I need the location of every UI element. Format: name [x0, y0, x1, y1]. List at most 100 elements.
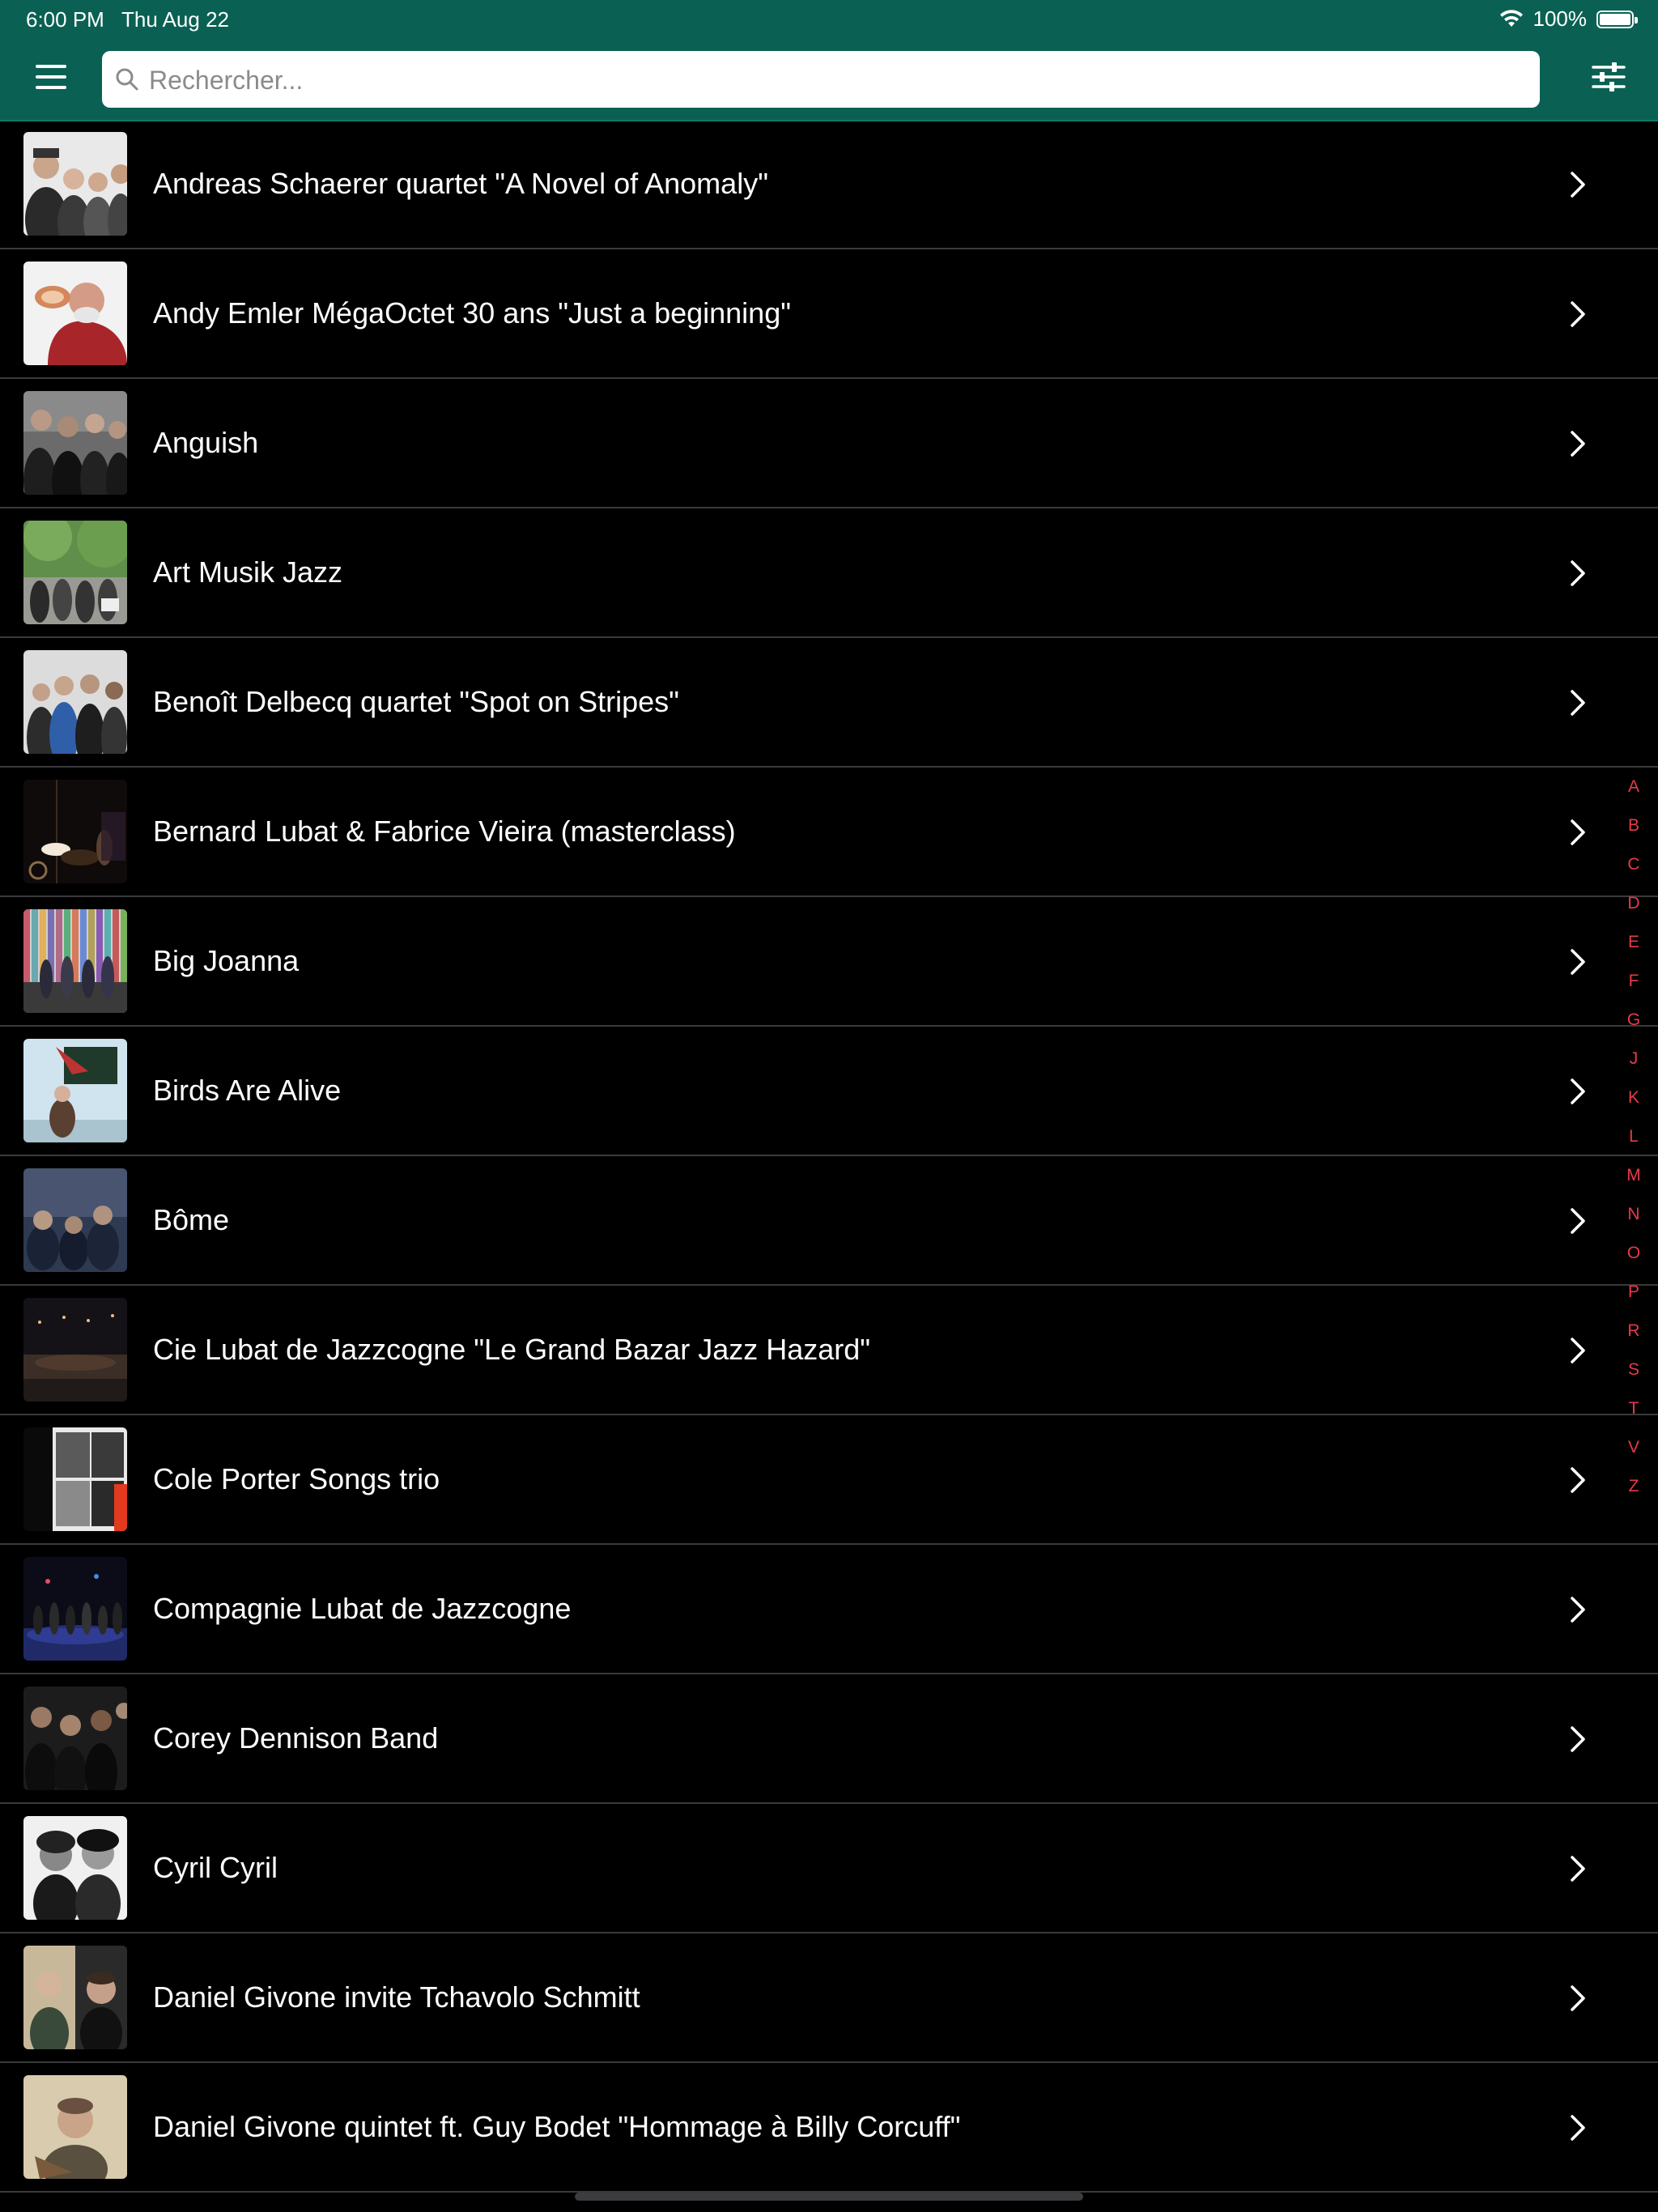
list-item-title: Daniel Givone quintet ft. Guy Bodet "Hom… [153, 2110, 961, 2143]
list-item[interactable]: Cie Lubat de Jazzcogne "Le Grand Bazar J… [0, 1286, 1658, 1415]
artist-photo [23, 132, 127, 236]
list-item[interactable]: Cole Porter Songs trio [0, 1415, 1658, 1545]
list-item-title: Daniel Givone invite Tchavolo Schmitt [153, 1980, 640, 2014]
list-item-title: Bernard Lubat & Fabrice Vieira (mastercl… [153, 815, 736, 848]
list-item[interactable]: Art Musik Jazz [0, 508, 1658, 638]
artist-photo [23, 391, 127, 495]
battery-percent: 100% [1533, 6, 1588, 31]
list-item-title: Compagnie Lubat de Jazzcogne [153, 1592, 572, 1625]
artist-photo [23, 650, 127, 754]
menu-icon-bar [36, 75, 66, 79]
menu-icon-bar [36, 86, 66, 89]
list-item-title: Anguish [153, 426, 259, 459]
wifi-icon [1499, 9, 1523, 27]
list-item[interactable]: Birds Are Alive [0, 1027, 1658, 1156]
artist-photo [23, 1168, 127, 1272]
section-index[interactable]: A B C D E F G J K L M N O P R S T V Z [1622, 776, 1645, 1514]
list-item[interactable]: Bernard Lubat & Fabrice Vieira (mastercl… [0, 768, 1658, 897]
artist-photo [23, 1427, 127, 1531]
status-bar: 6:00 PM Thu Aug 22 100% [0, 0, 1658, 39]
list-item-title: Bôme [153, 1203, 230, 1236]
top-bar: 6:00 PM Thu Aug 22 100% [0, 0, 1658, 121]
list-item-title: Andy Emler MégaOctet 30 ans "Just a begi… [153, 296, 791, 330]
menu-icon-bar [36, 65, 66, 68]
artist-photo [23, 1039, 127, 1142]
filter-sliders-icon[interactable] [1592, 60, 1626, 94]
list-item[interactable]: Andy Emler MégaOctet 30 ans "Just a begi… [0, 249, 1658, 379]
section-index-letter[interactable]: R [1622, 1320, 1645, 1359]
list-item[interactable]: Daniel Givone quintet ft. Guy Bodet "Hom… [0, 2063, 1658, 2193]
chevron-right-icon [1571, 1726, 1585, 1752]
list-item[interactable]: Corey Dennison Band [0, 1674, 1658, 1804]
chevron-right-icon [1571, 690, 1585, 716]
section-index-letter[interactable]: T [1622, 1397, 1645, 1436]
section-index-letter[interactable]: B [1622, 815, 1645, 853]
status-time: 6:00 PM [26, 7, 104, 32]
list-item-title: Corey Dennison Band [153, 1721, 439, 1755]
list-item[interactable]: Big Joanna [0, 897, 1658, 1027]
chevron-right-icon [1571, 1338, 1585, 1363]
artist-photo [23, 521, 127, 624]
section-index-letter[interactable]: Z [1622, 1475, 1645, 1514]
section-index-letter[interactable]: G [1622, 1009, 1645, 1048]
list-item[interactable]: Compagnie Lubat de Jazzcogne [0, 1545, 1658, 1674]
section-index-letter[interactable]: K [1622, 1087, 1645, 1125]
chevron-right-icon [1571, 560, 1585, 586]
chevron-right-icon [1571, 301, 1585, 327]
section-index-letter[interactable]: F [1622, 970, 1645, 1009]
section-index-letter[interactable]: C [1622, 853, 1645, 892]
search-field[interactable] [102, 51, 1540, 109]
status-right: 100% [1499, 6, 1638, 32]
list-item-title: Andreas Schaerer quartet "A Novel of Ano… [153, 167, 768, 200]
list-item[interactable]: Bôme [0, 1156, 1658, 1286]
artist-photo [23, 780, 127, 883]
home-indicator[interactable] [575, 2193, 1083, 2201]
list-item-title: Big Joanna [153, 944, 300, 977]
search-input[interactable] [147, 51, 1527, 109]
battery-icon [1596, 10, 1638, 28]
list-item-title: Art Musik Jazz [153, 555, 343, 589]
search-icon [116, 68, 138, 91]
list-item-title: Cyril Cyril [153, 1851, 278, 1884]
chevron-right-icon [1571, 1597, 1585, 1623]
chevron-right-icon [1571, 2115, 1585, 2141]
artist-photo [23, 1946, 127, 2049]
section-index-letter[interactable]: O [1622, 1242, 1645, 1281]
list-item-title: Cie Lubat de Jazzcogne "Le Grand Bazar J… [153, 1333, 871, 1366]
list-item[interactable]: Daniel Givone invite Tchavolo Schmitt [0, 1933, 1658, 2063]
artist-photo [23, 2075, 127, 2179]
list-item-title: Cole Porter Songs trio [153, 1462, 440, 1495]
section-index-letter[interactable]: N [1622, 1203, 1645, 1242]
artist-photo [23, 1298, 127, 1402]
section-index-letter[interactable]: L [1622, 1125, 1645, 1164]
chevron-right-icon [1571, 1856, 1585, 1882]
list-item[interactable]: Cyril Cyril [0, 1804, 1658, 1933]
artist-photo [23, 1557, 127, 1661]
artist-list: Andreas Schaerer quartet "A Novel of Ano… [0, 120, 1658, 2193]
chevron-right-icon [1571, 819, 1585, 845]
list-item[interactable]: Benoît Delbecq quartet "Spot on Stripes" [0, 638, 1658, 768]
artist-photo [23, 262, 127, 365]
list-item-title: Birds Are Alive [153, 1074, 342, 1107]
chevron-right-icon [1571, 1467, 1585, 1493]
artist-photo [23, 1816, 127, 1920]
chevron-right-icon [1571, 1985, 1585, 2011]
section-index-letter[interactable]: E [1622, 931, 1645, 970]
section-index-letter[interactable]: J [1622, 1048, 1645, 1087]
section-index-letter[interactable]: P [1622, 1281, 1645, 1320]
section-index-letter[interactable]: A [1622, 776, 1645, 815]
menu-button[interactable] [36, 65, 68, 91]
chevron-right-icon [1571, 172, 1585, 198]
artist-photo [23, 1687, 127, 1790]
artist-photo [23, 909, 127, 1013]
list-item[interactable]: Andreas Schaerer quartet "A Novel of Ano… [0, 120, 1658, 249]
list-item-title: Benoît Delbecq quartet "Spot on Stripes" [153, 685, 679, 718]
chevron-right-icon [1571, 431, 1585, 457]
section-index-letter[interactable]: S [1622, 1359, 1645, 1397]
list-item[interactable]: Anguish [0, 379, 1658, 508]
status-date: Thu Aug 22 [121, 7, 229, 32]
section-index-letter[interactable]: M [1622, 1164, 1645, 1203]
chevron-right-icon [1571, 949, 1585, 975]
section-index-letter[interactable]: V [1622, 1436, 1645, 1475]
section-index-letter[interactable]: D [1622, 892, 1645, 931]
